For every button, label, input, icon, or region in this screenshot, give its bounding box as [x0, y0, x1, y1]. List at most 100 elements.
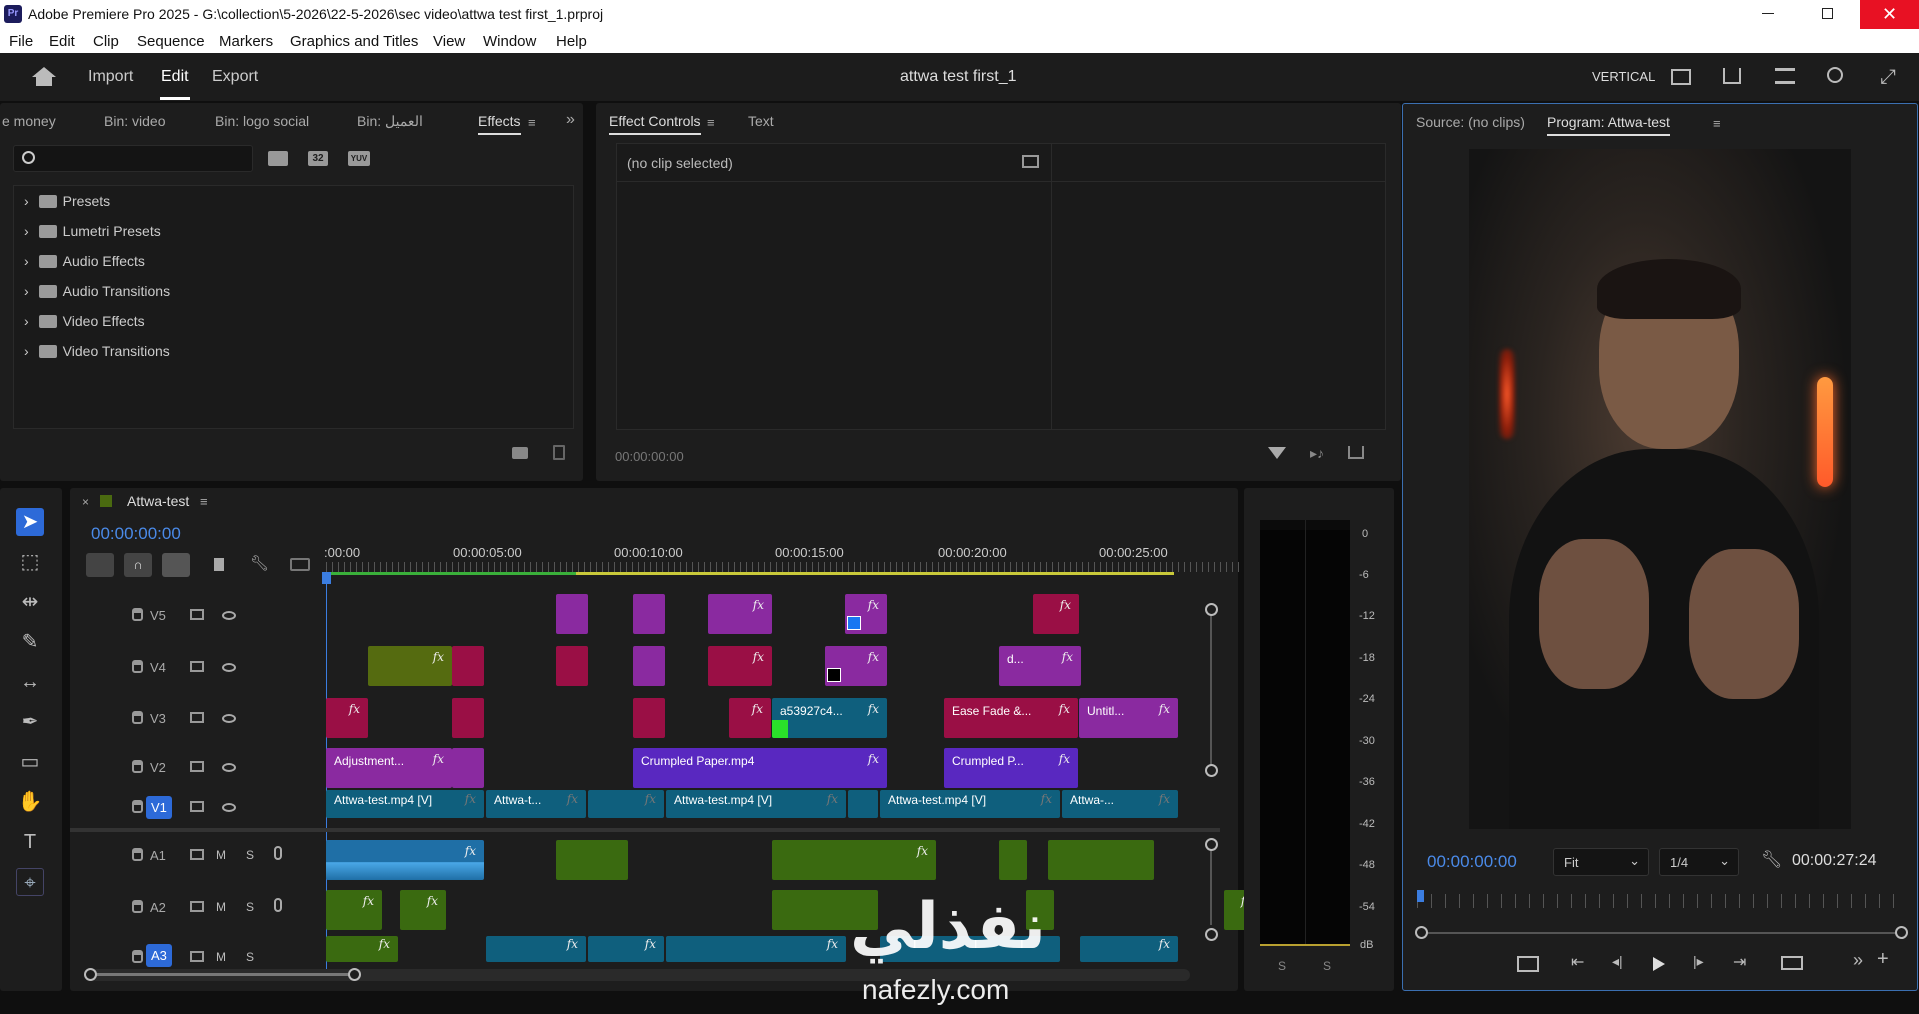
vertical-scrollbar[interactable]: [1210, 608, 1212, 768]
clip-v3[interactable]: [452, 698, 484, 738]
lock-icon[interactable]: [132, 950, 143, 963]
clip-v4[interactable]: [556, 646, 588, 686]
mic-icon[interactable]: [274, 898, 282, 912]
mic-icon[interactable]: [274, 846, 282, 860]
toggle-timeline-icon[interactable]: [1022, 155, 1039, 168]
eye-icon[interactable]: [222, 763, 236, 772]
menu-window[interactable]: Window: [483, 33, 536, 50]
fullscreen-icon[interactable]: ⤢: [1880, 66, 1896, 89]
timeline-ruler[interactable]: [326, 562, 1268, 572]
rectangle-tool-icon[interactable]: ▭: [16, 748, 44, 776]
tab-effect-controls[interactable]: Effect Controls: [609, 113, 701, 135]
play-audio-icon[interactable]: ▸♪: [1310, 445, 1324, 462]
nest-icon[interactable]: [86, 553, 114, 577]
clip-v2-crumpled-p[interactable]: Crumpled P... fx: [944, 748, 1078, 788]
lock-icon[interactable]: [132, 848, 143, 861]
clip-a3[interactable]: fx: [326, 936, 398, 962]
lock-icon[interactable]: [132, 800, 143, 813]
sync-icon[interactable]: [190, 712, 204, 723]
solo-button[interactable]: S: [246, 900, 254, 914]
mute-button[interactable]: M: [216, 900, 226, 914]
menu-clip[interactable]: Clip: [93, 33, 119, 50]
sync-icon[interactable]: [190, 901, 204, 912]
nav-import[interactable]: Import: [88, 68, 133, 86]
add-button-icon[interactable]: +: [1877, 948, 1889, 971]
clip-v3[interactable]: [633, 698, 665, 738]
scroll-handle[interactable]: [1205, 764, 1218, 777]
yuv-filter-icon[interactable]: YUV: [348, 151, 370, 166]
selection-tool-icon[interactable]: ➤: [16, 508, 44, 536]
clip-a1[interactable]: fx: [772, 840, 936, 880]
clip-v4[interactable]: fx: [708, 646, 772, 686]
eye-icon[interactable]: [222, 663, 236, 672]
menu-edit[interactable]: Edit: [49, 33, 75, 50]
clip-v3[interactable]: fx: [729, 698, 771, 738]
clip-v1-attwa-end[interactable]: Attwa-... fx: [1062, 790, 1178, 818]
clip-v1-attwa-test-2[interactable]: Attwa-test.mp4 [V] fx: [666, 790, 846, 818]
tree-item-lumetri-presets[interactable]: › Lumetri Presets: [24, 223, 161, 243]
tree-item-audio-transitions[interactable]: › Audio Transitions: [24, 283, 170, 303]
eye-icon[interactable]: [222, 611, 236, 620]
track-label[interactable]: V3: [150, 711, 166, 726]
track-select-icon[interactable]: ⬚: [16, 548, 44, 576]
scroll-handle-left[interactable]: [84, 968, 97, 981]
menu-graphics-and-titles[interactable]: Graphics and Titles: [290, 33, 418, 50]
overflow-tabs-icon[interactable]: »: [566, 111, 575, 129]
track-target-a3[interactable]: A3: [146, 944, 172, 967]
sync-icon[interactable]: [190, 951, 204, 962]
tab-bin-client[interactable]: Bin: العميل: [357, 113, 423, 130]
scroll-handle[interactable]: [1205, 928, 1218, 941]
clip-v3[interactable]: fx: [326, 698, 368, 738]
auto-reframe-icon[interactable]: ⌖: [16, 868, 44, 896]
settings-wrench-icon[interactable]: 🔧︎: [250, 554, 269, 572]
go-to-out-icon[interactable]: ⇥: [1733, 952, 1746, 972]
scroll-handle-right[interactable]: [348, 968, 361, 981]
ripple-edit-icon[interactable]: ⇹: [16, 588, 44, 616]
scroll-handle-left[interactable]: [1415, 926, 1428, 939]
close-button[interactable]: ✕: [1860, 0, 1919, 29]
filter-icon[interactable]: [1268, 447, 1286, 459]
program-timecode[interactable]: 00:00:00:00: [1427, 852, 1517, 872]
step-forward-icon[interactable]: |▸: [1693, 953, 1704, 970]
lock-icon[interactable]: [132, 660, 143, 673]
share-icon[interactable]: [1723, 68, 1741, 84]
clip-a3[interactable]: fx: [1080, 936, 1178, 962]
clip-v1-attwa-test[interactable]: Attwa-test.mp4 [V] fx: [326, 790, 484, 818]
track-label[interactable]: V4: [150, 660, 166, 675]
clip-v5[interactable]: fx: [845, 594, 887, 634]
clip-a1[interactable]: [556, 840, 628, 880]
razor-icon[interactable]: ✎: [16, 628, 44, 656]
playhead-marker[interactable]: [1417, 890, 1424, 902]
menu-view[interactable]: View: [433, 33, 465, 50]
lock-icon[interactable]: [132, 711, 143, 724]
workspace-label[interactable]: VERTICAL: [1592, 69, 1655, 84]
clip-a1[interactable]: [999, 840, 1027, 880]
clip-v1[interactable]: fx: [588, 790, 664, 818]
panel-menu-icon[interactable]: ≡: [1713, 116, 1721, 131]
panel-menu-icon[interactable]: ≡: [707, 115, 715, 130]
tree-item-video-effects[interactable]: › Video Effects: [24, 313, 145, 333]
new-bin-icon[interactable]: [512, 447, 528, 459]
wrench-icon[interactable]: 🔧︎: [1761, 850, 1783, 870]
clip-a3[interactable]: fx: [666, 936, 846, 962]
home-icon[interactable]: [32, 67, 56, 77]
search-input[interactable]: [13, 145, 253, 172]
accelerated-effects-icon[interactable]: [268, 151, 288, 166]
panel-menu-icon[interactable]: ≡: [528, 115, 536, 130]
clip-v5[interactable]: fx: [708, 594, 772, 634]
snap-icon[interactable]: ∩: [124, 553, 152, 577]
linked-selection-icon[interactable]: [162, 553, 190, 577]
clip-v4[interactable]: fx: [825, 646, 887, 686]
program-ruler[interactable]: [1417, 894, 1907, 908]
pen-tool-icon[interactable]: ✒: [16, 708, 44, 736]
clip-v3-ease-fade[interactable]: Ease Fade &... fx: [944, 698, 1078, 738]
track-label[interactable]: V5: [150, 608, 166, 623]
resolution-select[interactable]: 1/4 ⌄: [1659, 848, 1739, 876]
clip-v5[interactable]: [633, 594, 665, 634]
eye-icon[interactable]: [222, 803, 236, 812]
clip-v4-thumb[interactable]: fx: [368, 646, 452, 686]
trash-icon[interactable]: [553, 445, 565, 460]
clip-v4[interactable]: [633, 646, 665, 686]
clip-v5[interactable]: fx: [1033, 594, 1079, 634]
track-target-v1[interactable]: V1: [146, 796, 172, 819]
